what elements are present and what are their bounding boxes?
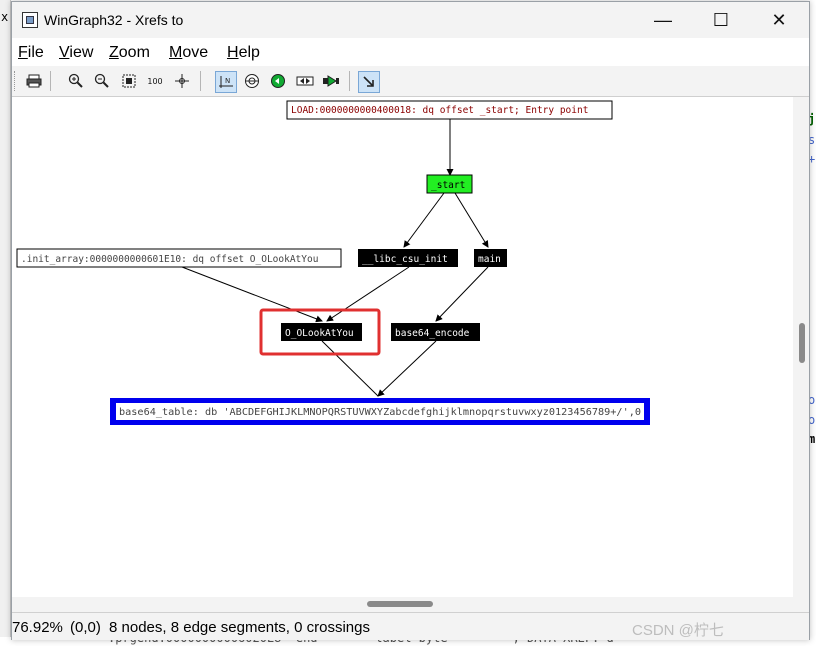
- node-base64-encode-label: base64_encode: [395, 328, 470, 339]
- menu-file[interactable]: File: [18, 44, 44, 62]
- menu-zoom-mnemonic: Z: [109, 44, 119, 61]
- node-base64-table[interactable]: base64_table: db 'ABCDEFGHIJKLMNOPQRSTUV…: [116, 403, 644, 420]
- edge-initarray-lookatyou: [181, 266, 323, 323]
- menu-move[interactable]: Move: [169, 44, 208, 62]
- menu-help-label: elp: [238, 44, 260, 61]
- menu-view-mnemonic: V: [59, 44, 70, 61]
- fit-window-icon[interactable]: [119, 71, 139, 91]
- close-button[interactable]: ✕: [756, 2, 802, 38]
- vertical-scrollbar[interactable]: [793, 97, 809, 611]
- toolbar-grip[interactable]: [14, 71, 18, 91]
- node-libc-csu-init-label: __libc_csu_init: [362, 254, 448, 265]
- edge-base64encode-table: [377, 340, 437, 397]
- zoom-in-icon[interactable]: [66, 71, 86, 91]
- app-icon: [22, 12, 38, 28]
- graph-canvas[interactable]: LOAD:0000000000400018: dq offset _start;…: [12, 97, 793, 611]
- node-main-label: main: [478, 254, 501, 265]
- node-init-array[interactable]: .init_array:0000000000601E10: dq offset …: [16, 248, 342, 268]
- node-load-entry[interactable]: LOAD:0000000000400018: dq offset _start;…: [286, 100, 613, 120]
- menu-zoom-label: oom: [118, 44, 150, 61]
- background-app-left-strip: x: [0, 0, 11, 646]
- menu-bar: File View Zoom Move Help: [12, 38, 809, 67]
- menu-help[interactable]: Help: [227, 44, 260, 62]
- status-zoom: 76.92%: [12, 619, 63, 636]
- node-base64-encode[interactable]: base64_encode: [391, 323, 480, 341]
- node-base64-table-label: base64_table: db 'ABCDEFGHIJKLMNOPQRSTUV…: [119, 407, 641, 418]
- print-icon[interactable]: [24, 71, 44, 91]
- menu-file-mnemonic: F: [18, 44, 28, 61]
- node-main[interactable]: main: [474, 249, 507, 267]
- toolbar: 100 N: [12, 66, 809, 97]
- node-lookatyou[interactable]: O_OLookAtYou: [281, 323, 362, 341]
- node-start[interactable]: _start: [426, 174, 473, 194]
- background-glyph: x: [1, 10, 9, 24]
- window-title: WinGraph32 - Xrefs to: [44, 12, 184, 28]
- navigate-icon[interactable]: [321, 71, 341, 91]
- edge-libc-lookatyou: [326, 266, 410, 322]
- xrefs-graph[interactable]: LOAD:0000000000400018: dq offset _start;…: [12, 97, 793, 597]
- horizontal-scrollbar[interactable]: [12, 597, 793, 611]
- svg-text:N: N: [225, 77, 230, 85]
- toolbar-separator: [50, 71, 51, 91]
- menu-zoom[interactable]: Zoom: [109, 44, 150, 62]
- menu-file-label: ile: [27, 44, 44, 61]
- menu-view-label: iew: [69, 44, 94, 61]
- status-summary: 8 nodes, 8 edge segments, 0 crossings: [109, 619, 370, 636]
- zoom-out-icon[interactable]: [92, 71, 112, 91]
- edge-lookatyou-table: [321, 340, 379, 397]
- node-start-label: _start: [431, 180, 465, 191]
- edge-options-icon[interactable]: [242, 71, 262, 91]
- status-bar: 76.92% (0,0) 8 nodes, 8 edge segments, 0…: [12, 612, 809, 640]
- edge-start-main: [454, 192, 489, 248]
- node-info-icon[interactable]: [295, 71, 315, 91]
- wingraph-window: WinGraph32 - Xrefs to — ☐ ✕ File View Zo…: [11, 1, 810, 640]
- menu-help-mnemonic: H: [227, 44, 239, 61]
- toolbar-separator: [200, 71, 201, 91]
- menu-move-mnemonic: M: [169, 44, 183, 61]
- node-load-entry-label: LOAD:0000000000400018: dq offset _start;…: [291, 105, 588, 116]
- center-icon[interactable]: [172, 71, 192, 91]
- menu-move-label: ove: [182, 44, 209, 61]
- maximize-button[interactable]: ☐: [698, 2, 744, 38]
- horizontal-scrollbar-thumb[interactable]: [367, 601, 433, 607]
- node-libc-csu-init[interactable]: __libc_csu_init: [358, 249, 458, 267]
- node-init-array-label: .init_array:0000000000601E10: dq offset …: [21, 254, 318, 265]
- zoom-100-icon[interactable]: 100: [145, 71, 165, 91]
- pointer-icon[interactable]: [358, 71, 380, 93]
- vertical-scrollbar-thumb[interactable]: [799, 323, 805, 363]
- title-bar[interactable]: WinGraph32 - Xrefs to — ☐ ✕: [12, 2, 809, 38]
- folding-icon[interactable]: [268, 71, 288, 91]
- csdn-watermark: CSDN @柠七: [632, 622, 724, 639]
- minimize-button[interactable]: —: [640, 2, 686, 38]
- node-lookatyou-label: O_OLookAtYou: [285, 328, 354, 339]
- status-coords: (0,0): [70, 619, 101, 636]
- edge-main-base64encode: [435, 266, 489, 322]
- layout-icon[interactable]: N: [215, 71, 237, 93]
- toolbar-separator: [349, 71, 350, 91]
- edge-start-libc: [403, 192, 445, 248]
- menu-view[interactable]: View: [59, 44, 93, 62]
